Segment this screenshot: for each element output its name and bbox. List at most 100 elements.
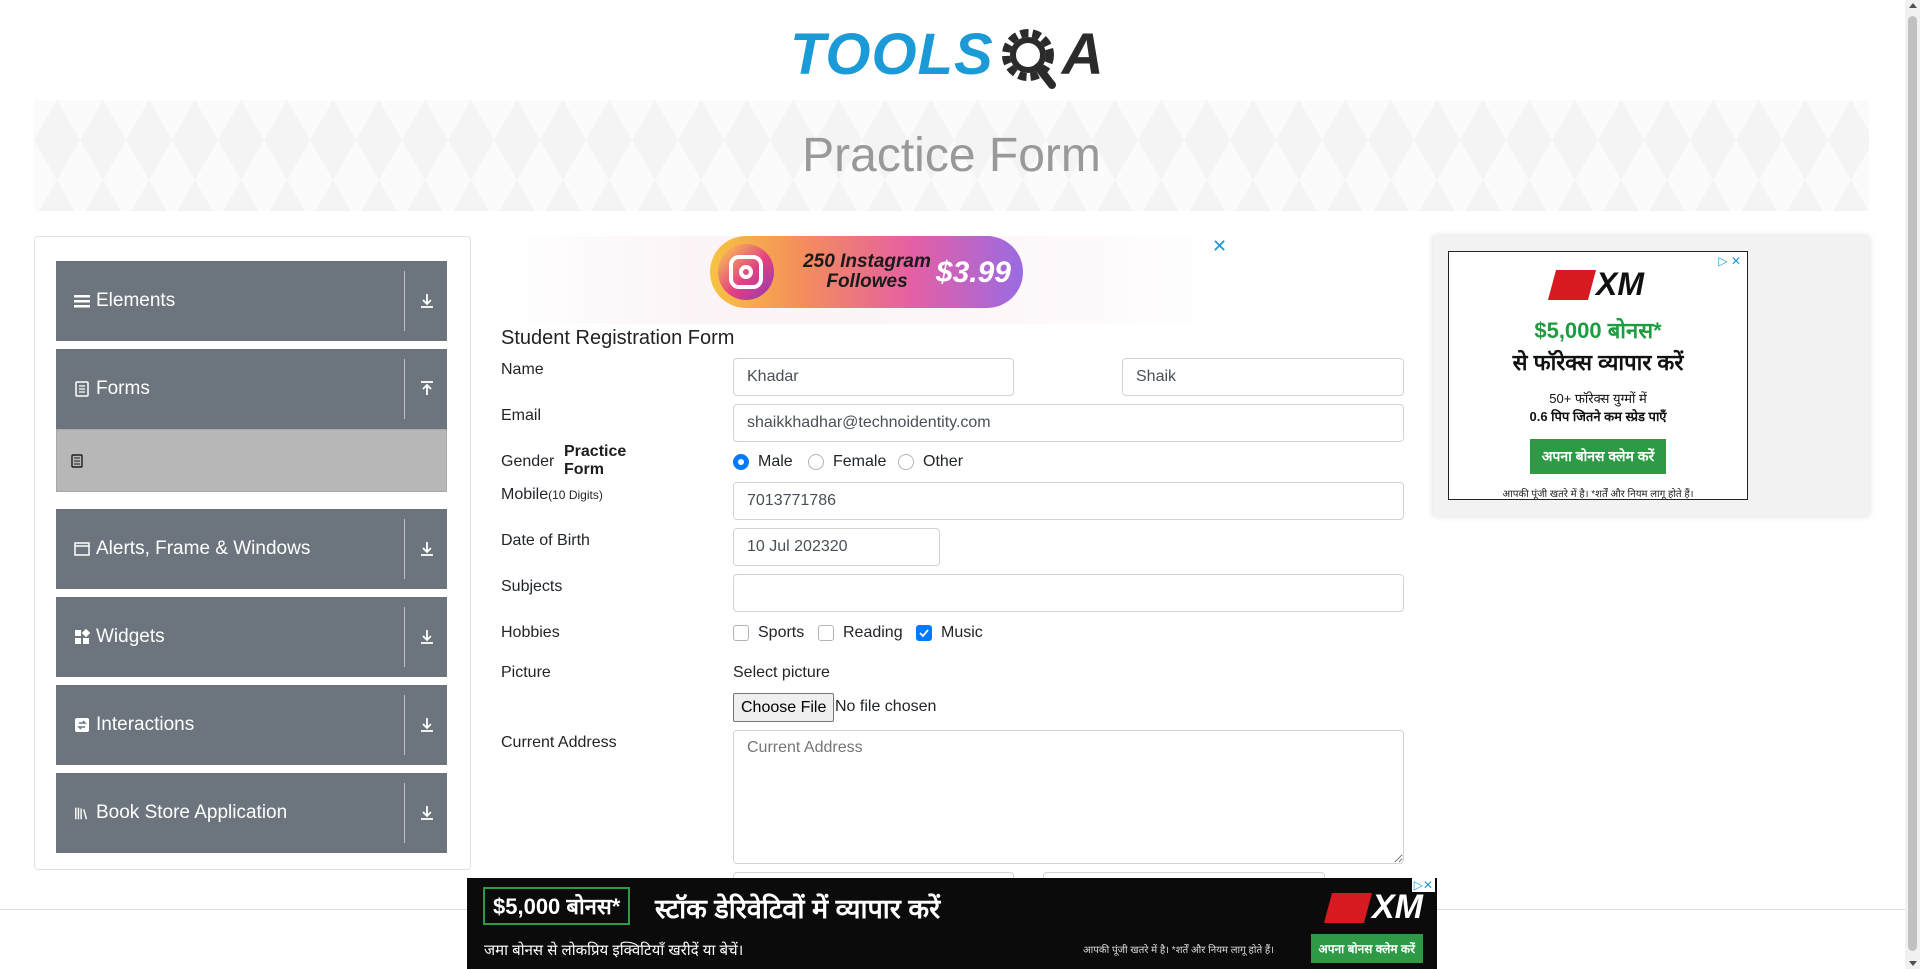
gender-radio-male[interactable]: Male [733, 453, 793, 471]
ad-subline: जमा बोनस से लोकप्रिय इक्विटियाँ खरीदें य… [484, 942, 744, 959]
ad-headline: स्टॉक डेरिवेटिवों में व्यापार करें [655, 894, 941, 924]
subjects-input[interactable] [733, 574, 1404, 612]
hobby-checkbox-sports[interactable]: Sports [733, 624, 804, 642]
gender-radio-female[interactable]: Female [808, 453, 886, 471]
page-title: Practice Form [802, 129, 1101, 182]
select-picture-label: Select picture [733, 664, 830, 681]
ad-line-1: 250 Instagram [803, 251, 931, 272]
hobbies-label: Hobbies [501, 624, 560, 641]
brand-text: XM [1372, 888, 1423, 926]
window-icon [74, 541, 90, 557]
instagram-ad[interactable]: 250 Instagram Followes $3.99 [710, 236, 1023, 308]
mobile-input[interactable]: 7013771786 [733, 482, 1404, 520]
date-of-birth-input[interactable]: 10 Jul 202320 [733, 528, 940, 566]
form-icon [74, 381, 90, 397]
widgets-icon [74, 629, 90, 645]
ad-close-icon[interactable]: ✕ [1212, 236, 1227, 257]
page-banner: Practice Form [34, 100, 1869, 211]
picture-label: Picture [501, 664, 551, 681]
expand-arrow-icon[interactable] [415, 625, 439, 649]
sidebar-group-widgets[interactable]: Widgets [56, 597, 447, 677]
checkbox-label: Music [941, 624, 983, 641]
sidebar-group-book-store[interactable]: Book Store Application [56, 773, 447, 853]
sidebar-group-label: Forms [96, 378, 150, 399]
expand-arrow-icon[interactable] [415, 713, 439, 737]
gender-radio-other[interactable]: Other [898, 453, 963, 471]
xm-logo: XM [1323, 888, 1423, 927]
expand-arrow-icon[interactable] [415, 801, 439, 825]
subjects-label: Subjects [501, 578, 563, 595]
sidebar: Elements Forms Practice Form Alerts, Fra… [34, 236, 626, 870]
ad-cta-button[interactable]: अपना बोनस क्लेम करें [1310, 934, 1423, 963]
checkbox-label: Reading [843, 624, 903, 641]
first-name-input[interactable]: Khadar [733, 358, 1014, 396]
ad-footer: आपकी पूंजी खतरे में है। *शर्तें और नियम … [1502, 489, 1694, 500]
ad-text: 250 Instagram Followes [802, 252, 932, 292]
sidebar-group-label: Widgets [96, 626, 165, 647]
choose-file-button[interactable]: Choose File [733, 693, 835, 722]
ad-price: $3.99 [935, 256, 1011, 289]
expand-arrow-icon[interactable] [415, 537, 439, 561]
form-icon [71, 453, 83, 468]
sidebar-group-label: Alerts, Frame & Windows [96, 538, 311, 559]
checkmark-icon [919, 629, 929, 637]
scroll-up-icon[interactable] [1909, 3, 1917, 8]
hobby-checkbox-reading[interactable]: Reading [818, 624, 903, 642]
magnifier-gear-icon [998, 23, 1060, 89]
sidebar-group-elements[interactable]: Elements [56, 261, 447, 341]
radio-label: Other [923, 453, 964, 470]
current-address-label: Current Address [501, 734, 617, 751]
expand-arrow-icon[interactable] [415, 289, 439, 313]
ad-line-2: Followes [826, 271, 908, 292]
current-address-textarea[interactable] [733, 730, 1404, 864]
dob-label: Date of Birth [501, 532, 590, 549]
email-input[interactable]: shaikkhadhar@technoidentity.com [733, 404, 1404, 442]
page: TOOLS A Practice Form Elements Forms Pra… [0, 0, 1920, 969]
radio-label: Female [833, 453, 887, 470]
sidebar-group-alerts[interactable]: Alerts, Frame & Windows [56, 509, 447, 589]
checkbox-label: Sports [758, 624, 805, 641]
radio-label: Male [758, 453, 793, 470]
checkbox[interactable] [733, 625, 749, 641]
sidebar-item-practice-form[interactable]: Practice Form [56, 429, 626, 492]
radio-circle[interactable] [898, 454, 914, 470]
radio-circle[interactable] [808, 454, 824, 470]
sidebar-group-label: Book Store Application [96, 802, 288, 823]
ad-cta-button[interactable]: अपना बोनस क्लेम करें [1529, 439, 1667, 474]
checkbox-checked[interactable] [916, 625, 932, 641]
mobile-label: Mobile(10 Digits) [501, 486, 603, 504]
sidebar-group-forms[interactable]: Forms [56, 349, 447, 429]
books-icon [74, 805, 90, 821]
ad-bonus: $5,000 बोनस* [1534, 318, 1662, 343]
mobile-label-text: Mobile [501, 486, 549, 503]
instagram-icon [718, 244, 774, 300]
ad-line-3: 50+ फॉरेक्स युग्मों में [1549, 391, 1647, 406]
hobby-checkbox-music[interactable]: Music [916, 624, 983, 642]
radio-circle[interactable] [733, 454, 749, 470]
ad-headline: से फॉरेक्स व्यापार करें [1512, 350, 1684, 375]
toolsqa-logo[interactable]: TOOLS A [790, 14, 1120, 94]
divider [404, 519, 405, 579]
last-name-input[interactable]: Shaik [1122, 358, 1404, 396]
divider [404, 271, 405, 331]
name-label: Name [501, 361, 544, 378]
xm-side-ad[interactable]: ▷ ✕ XM $5,000 बोनस* से फॉरेक्स व्यापार क… [1448, 251, 1748, 500]
divider [404, 359, 405, 419]
sidebar-item-label: Practice Form [564, 442, 627, 478]
scrollbar-thumb[interactable] [1908, 16, 1917, 951]
gender-label: Gender [501, 453, 555, 470]
brand-text: XM [1596, 266, 1644, 302]
ad-choices-icon[interactable]: ▷ ✕ [1718, 254, 1741, 268]
checkbox[interactable] [818, 625, 834, 641]
page-scrollbar[interactable] [1905, 0, 1920, 969]
ad-bonus: $5,000 बोनस* [483, 887, 631, 925]
divider [404, 695, 405, 755]
no-file-text: No file chosen [835, 698, 937, 715]
xm-logo: XM [1449, 266, 1747, 303]
ad-risk-text: आपकी पूंजी खतरे में है। *शर्तें और नियम … [1083, 945, 1275, 956]
scroll-down-icon[interactable] [1909, 961, 1917, 966]
xm-bottom-ad[interactable]: ▷✕ $5,000 बोनस* स्टॉक डेरिवेटिवों में व्… [467, 878, 1437, 969]
collapse-arrow-icon[interactable] [415, 377, 439, 401]
sidebar-group-interactions[interactable]: Interactions [56, 685, 447, 765]
divider [404, 783, 405, 843]
